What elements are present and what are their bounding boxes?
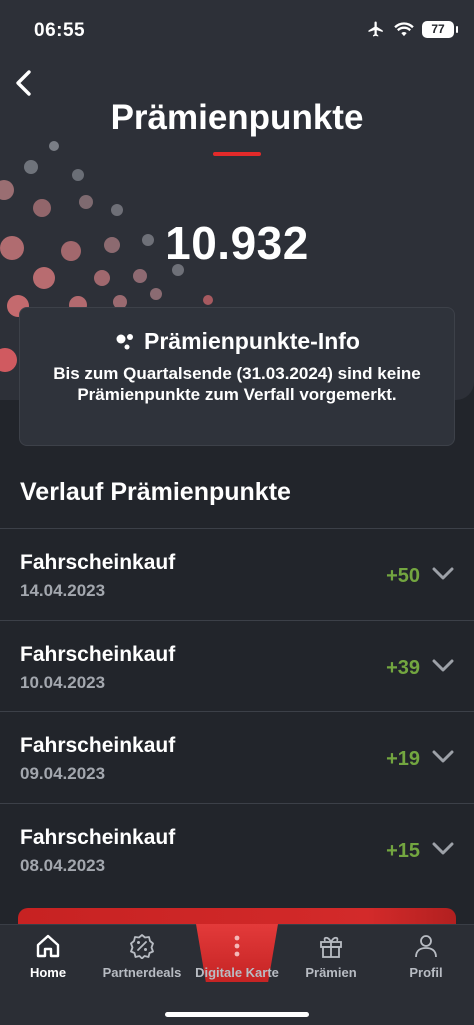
gift-icon — [320, 936, 342, 958]
person-icon — [415, 935, 437, 958]
history-item[interactable]: Fahrscheinkauf 14.04.2023 +50 — [0, 528, 474, 620]
bottom-tab-bar: Home Partnerdeals Digitale Karte Prämien — [0, 924, 474, 1025]
discount-badge-icon — [130, 934, 154, 959]
history-item-points: +19 — [386, 748, 420, 770]
history-item-title: Fahrscheinkauf — [20, 551, 176, 574]
history-item[interactable]: Fahrscheinkauf 09.04.2023 +19 — [0, 711, 474, 803]
wifi-icon — [394, 22, 414, 37]
tab-label: Prämien — [305, 965, 357, 980]
tab-digitale-karte[interactable]: Digitale Karte — [189, 933, 285, 980]
history-item-title: Fahrscheinkauf — [20, 734, 176, 757]
tab-home[interactable]: Home — [0, 933, 96, 980]
history-item-points: +50 — [386, 565, 420, 587]
points-history-list: Fahrscheinkauf 14.04.2023 +50 Fahrschein… — [0, 528, 474, 894]
more-vertical-icon — [234, 935, 240, 957]
chevron-down-icon[interactable] — [432, 659, 454, 673]
info-card-title: Prämienpunkte-Info — [144, 328, 360, 354]
tab-label: Partnerdeals — [102, 965, 182, 980]
airplane-mode-icon — [368, 21, 383, 37]
info-dots-icon — [116, 333, 134, 349]
back-arrow-icon[interactable] — [10, 68, 40, 98]
history-item-date: 14.04.2023 — [20, 581, 106, 600]
history-section-title: Verlauf Prämienpunkte — [20, 478, 291, 506]
tab-label: Profil — [409, 965, 443, 980]
chevron-down-icon[interactable] — [432, 567, 454, 581]
info-card-text: Bis zum Quartalsende (31.03.2024) sind k… — [53, 364, 421, 404]
title-underline — [213, 152, 261, 156]
history-item-title: Fahrscheinkauf — [20, 642, 176, 666]
page-title: Prämienpunkte — [110, 98, 364, 137]
home-icon — [36, 934, 60, 958]
chevron-down-icon[interactable] — [432, 842, 454, 856]
tab-praemien[interactable]: Prämien — [283, 933, 379, 980]
history-item[interactable]: Fahrscheinkauf 08.04.2023 +15 — [0, 802, 474, 895]
history-item-title: Fahrscheinkauf — [20, 825, 176, 849]
history-item-date: 10.04.2023 — [20, 672, 106, 692]
status-bar: 06:55 77 — [0, 0, 474, 60]
tab-label: Digitale Karte — [195, 965, 279, 980]
tab-profil[interactable]: Profil — [378, 933, 474, 980]
history-item[interactable]: Fahrscheinkauf 10.04.2023 +39 — [0, 619, 474, 712]
battery-indicator: 77 — [422, 20, 458, 38]
tab-label: Home — [29, 965, 67, 980]
points-info-card: Prämienpunkte-Info Bis zum Quartalsende … — [19, 307, 455, 446]
chevron-down-icon[interactable] — [432, 750, 454, 764]
history-item-date: 08.04.2023 — [20, 855, 106, 875]
history-item-date: 09.04.2023 — [20, 764, 106, 783]
home-indicator — [165, 1012, 309, 1017]
tab-partnerdeals[interactable]: Partnerdeals — [94, 933, 190, 980]
points-total: 10.932 — [165, 217, 309, 269]
history-item-points: +39 — [386, 656, 420, 679]
status-time: 06:55 — [34, 20, 86, 41]
history-item-points: +15 — [386, 839, 420, 862]
